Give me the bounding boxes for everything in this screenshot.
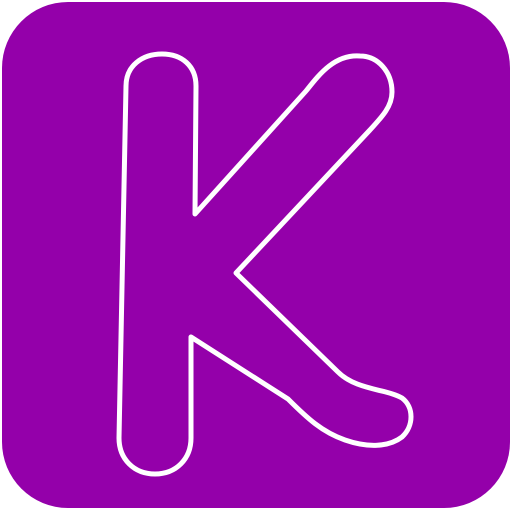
app-icon[interactable] bbox=[0, 0, 512, 512]
letter-k-icon bbox=[116, 51, 414, 477]
letter-k-outline bbox=[116, 51, 414, 477]
